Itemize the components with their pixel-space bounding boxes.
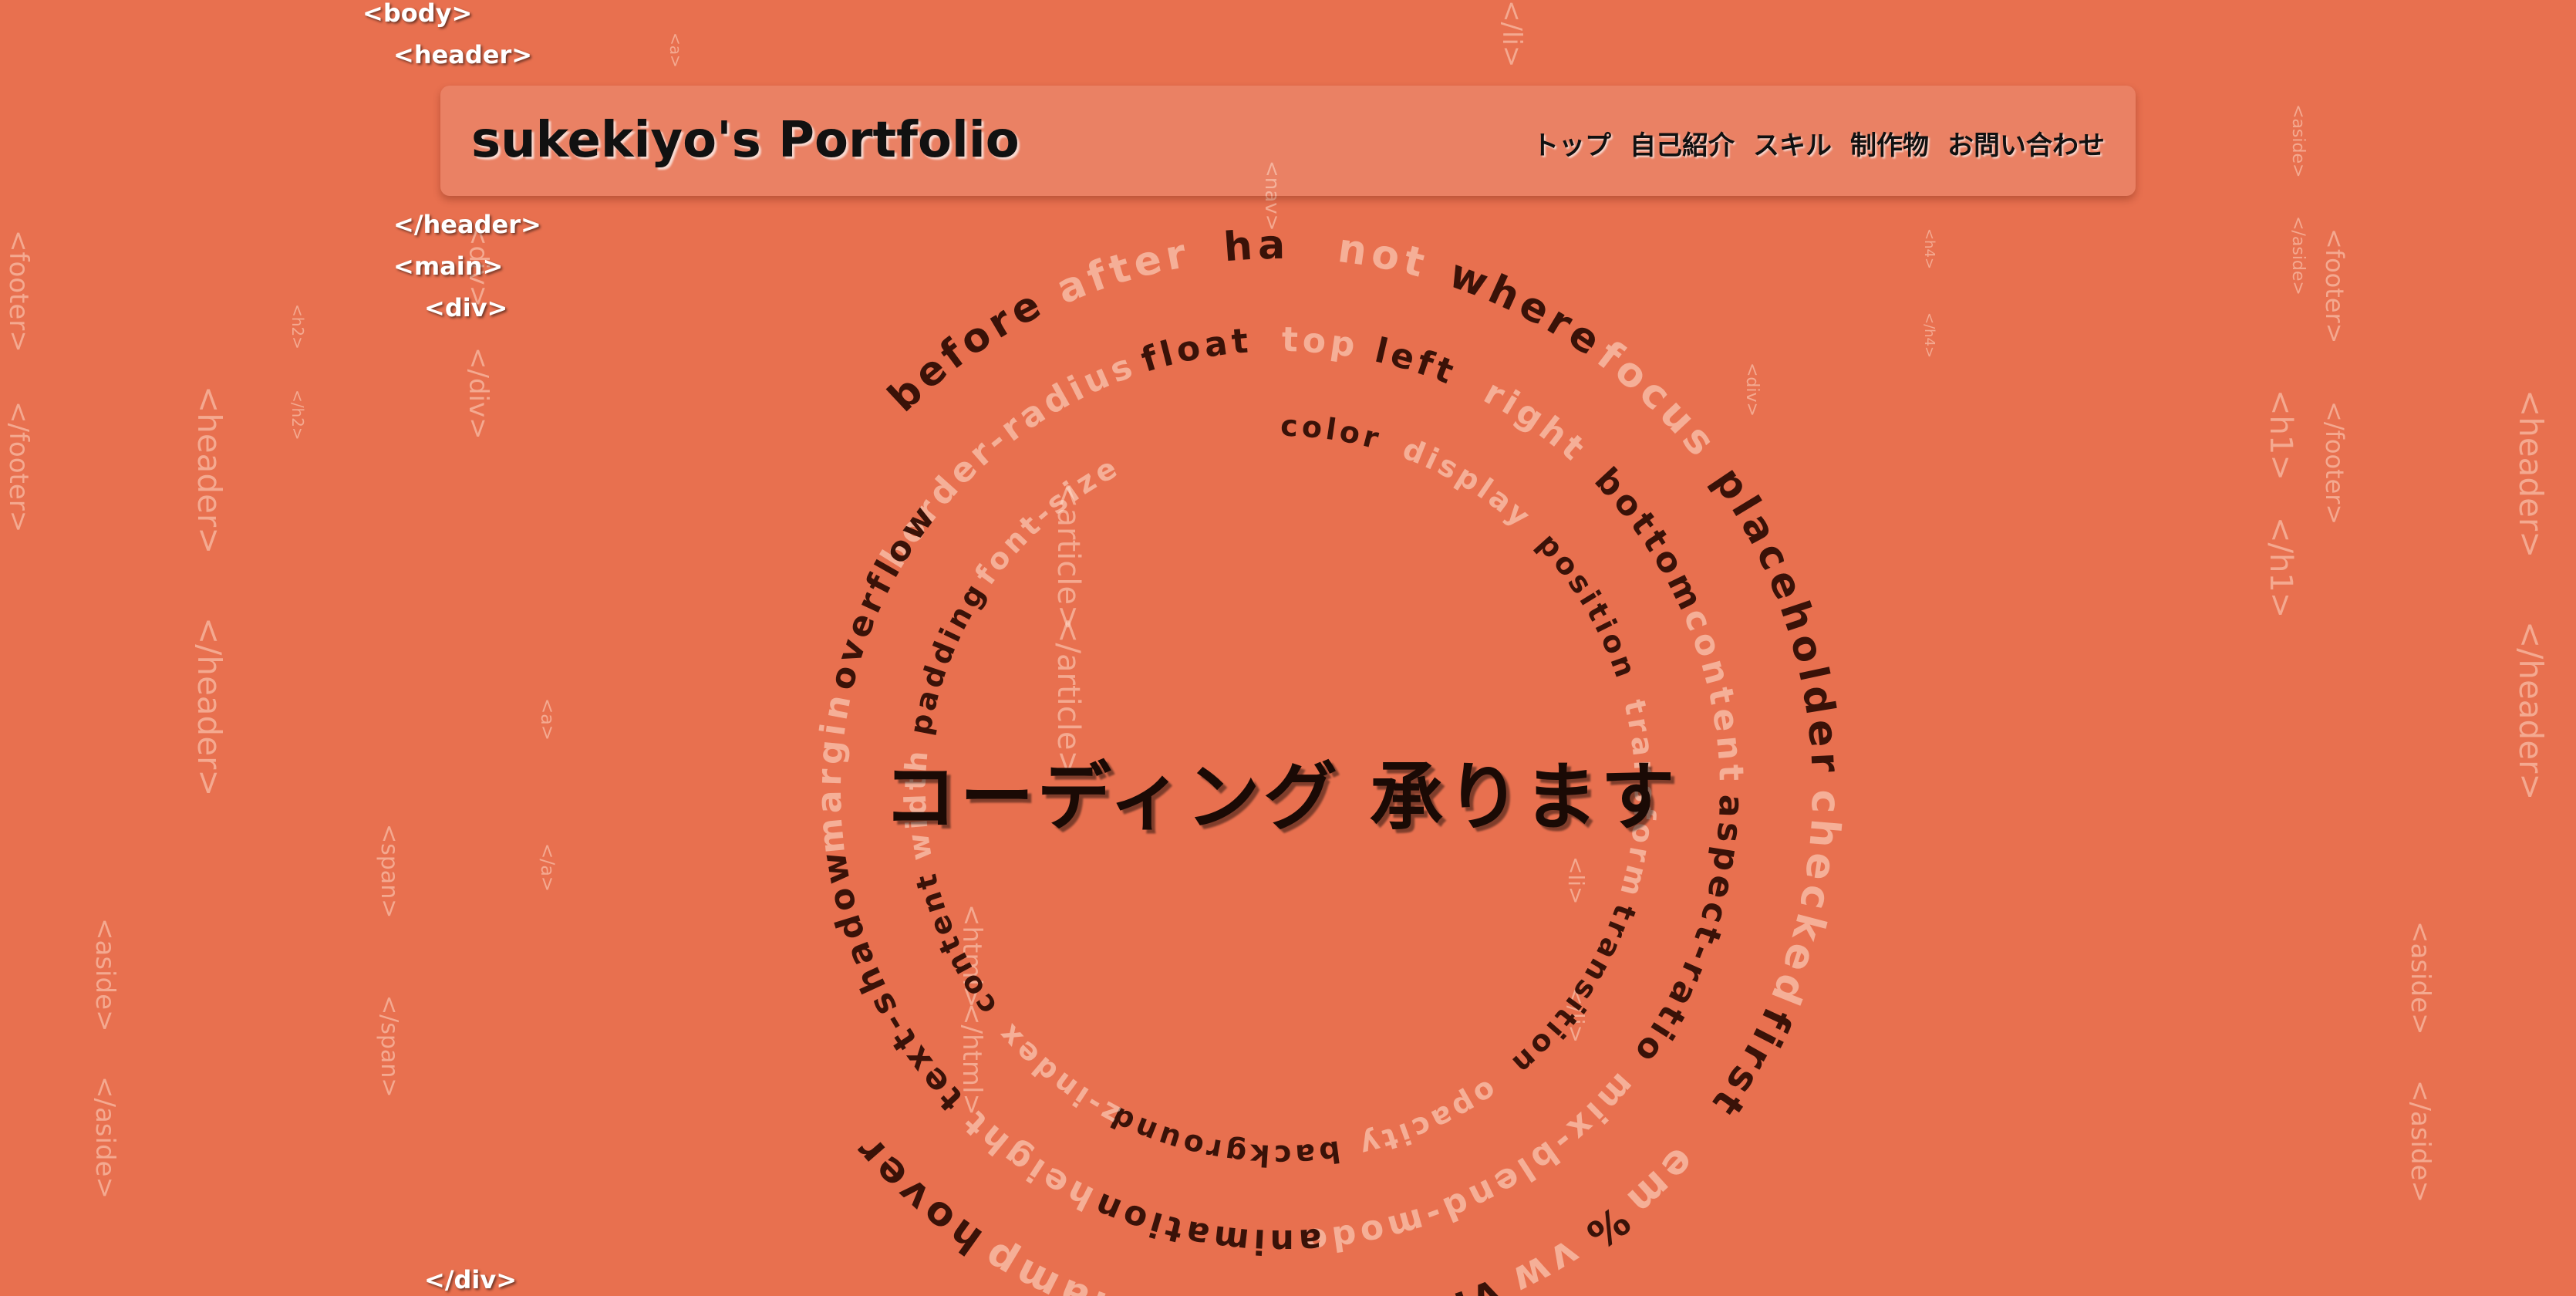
css-keyword: background — [1103, 1099, 1343, 1173]
css-keyword: opacity — [1354, 1073, 1503, 1164]
css-keyword: em — [1614, 1139, 1704, 1227]
css-keyword: hover — [844, 1125, 990, 1264]
css-keyword: checked — [1760, 789, 1849, 1015]
css-keyword: left — [1371, 331, 1462, 393]
css-keyword: clamp — [973, 1230, 1139, 1296]
css-keyword: float — [1137, 321, 1253, 380]
css-keyword: not — [1335, 225, 1434, 288]
css-keyword: first — [1701, 1001, 1801, 1128]
css-keyword: vh — [1430, 1269, 1507, 1296]
css-keyword: right — [1478, 373, 1595, 471]
css-keyword: focus — [1589, 332, 1727, 468]
css-keyword: content — [1675, 603, 1751, 786]
css-keyword-ring: beforeafterhasnotwherefocusplaceholderch… — [0, 0, 1849, 1296]
css-keyword: padding — [903, 575, 994, 737]
css-keyword: content — [908, 868, 1003, 1022]
css-keyword: display — [1398, 432, 1539, 536]
css-keyword: font-size — [968, 449, 1125, 591]
css-keyword: where — [1443, 251, 1612, 367]
css-keyword: height — [953, 1101, 1100, 1218]
css-keyword: text-shadow — [814, 845, 971, 1118]
css-keyword: has — [0, 0, 1290, 271]
css-keyword: z-index — [990, 1015, 1126, 1132]
hero-catchphrase: コーディング 承ります — [882, 754, 1678, 841]
css-keyword: color — [1280, 409, 1386, 457]
css-keyword: margin — [810, 688, 860, 856]
css-keyword: position — [1531, 526, 1644, 684]
css-keyword: transition — [1503, 900, 1643, 1084]
css-keyword: vw — [1501, 1230, 1588, 1296]
css-keyword: animation — [1086, 1183, 1323, 1261]
css-keyword: top — [1281, 320, 1361, 366]
css-keyword: after — [1050, 230, 1195, 313]
